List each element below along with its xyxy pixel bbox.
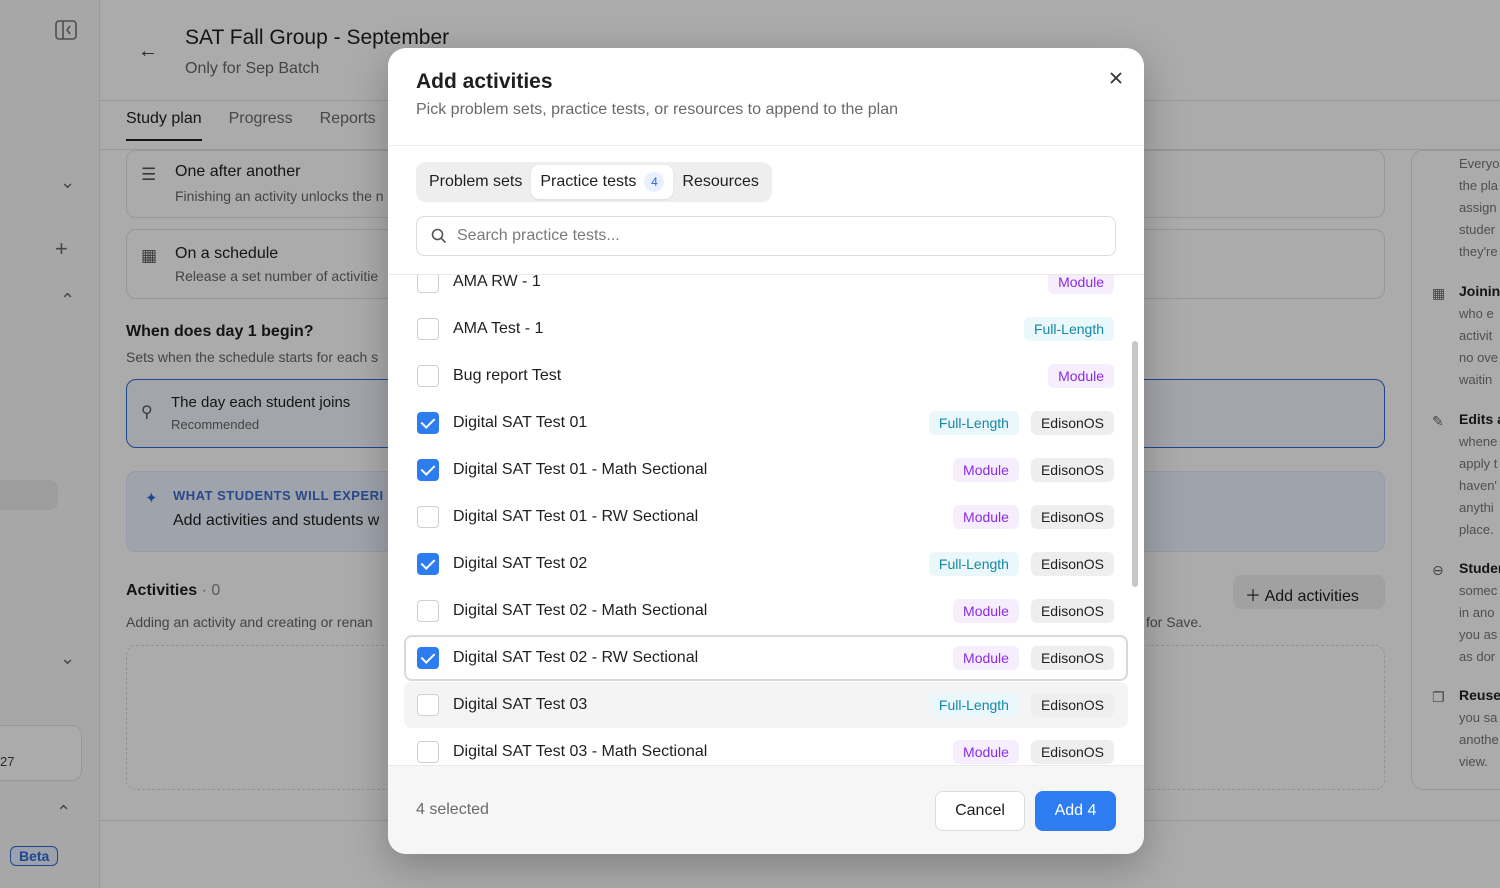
source-tag: EdisonOS [1030, 599, 1114, 623]
cancel-button[interactable]: Cancel [935, 791, 1025, 831]
tab-label: Resources [682, 173, 759, 190]
list-item[interactable]: Digital SAT Test 01 Full-Length EdisonOS [404, 400, 1128, 446]
type-tag: Module [953, 458, 1019, 482]
item-label: Digital SAT Test 01 - Math Sectional [453, 461, 708, 478]
list-item[interactable]: AMA Test - 1 Full-Length [404, 306, 1128, 352]
count-badge: 4 [644, 172, 665, 192]
close-icon[interactable] [1104, 66, 1128, 90]
tab-practice-tests[interactable]: Practice tests 4 [531, 165, 674, 199]
item-label: Digital SAT Test 02 [453, 555, 588, 572]
item-tags: Module [1048, 275, 1114, 294]
type-tag: Full-Length [1023, 317, 1114, 341]
dialog-title: Add activities [416, 70, 553, 93]
checkbox[interactable] [417, 506, 439, 528]
dialog-subtitle: Pick problem sets, practice tests, or re… [416, 101, 899, 118]
type-tag: Module [953, 505, 1019, 529]
item-tags: Full-Length EdisonOS [928, 411, 1114, 435]
selected-count: 4 selected [416, 801, 489, 818]
item-label: AMA Test - 1 [453, 320, 544, 337]
item-tags: Module EdisonOS [953, 646, 1114, 670]
item-tags: Full-Length [1023, 317, 1114, 341]
checkbox[interactable] [417, 275, 439, 293]
tab-label: Practice tests [540, 173, 637, 190]
type-tag: Full-Length [928, 693, 1019, 717]
item-label: Digital SAT Test 03 - Math Sectional [453, 743, 708, 760]
item-label: Digital SAT Test 03 [453, 696, 588, 713]
add-button[interactable]: Add 4 [1035, 791, 1116, 831]
type-tag: Full-Length [928, 552, 1019, 576]
checkbox[interactable] [417, 741, 439, 763]
item-label: Digital SAT Test 01 - RW Sectional [453, 508, 699, 525]
list-item[interactable]: Digital SAT Test 01 - RW Sectional Module… [404, 494, 1128, 540]
activity-list: AMA RW - 1 Module AMA Test - 1 Full-Length B… [388, 275, 1144, 765]
source-tag: EdisonOS [1030, 411, 1114, 435]
list-item[interactable]: AMA RW - 1 Module [404, 275, 1128, 305]
source-tag: EdisonOS [1030, 646, 1114, 670]
item-label: AMA RW - 1 [453, 275, 541, 290]
checkbox[interactable] [417, 647, 439, 669]
checkbox[interactable] [417, 318, 439, 340]
item-tags: Full-Length EdisonOS [928, 552, 1114, 576]
item-tags: Module EdisonOS [953, 458, 1114, 482]
divider [388, 145, 1144, 146]
item-tags: Module EdisonOS [953, 740, 1114, 764]
checkbox[interactable] [417, 365, 439, 387]
list-item[interactable]: Digital SAT Test 01 - Math Sectional Modu… [404, 447, 1128, 493]
list-item[interactable]: Digital SAT Test 02 - Math Sectional Modu… [404, 588, 1128, 634]
list-item[interactable]: Digital SAT Test 02 - RW Sectional Module… [404, 635, 1128, 681]
checkbox[interactable] [417, 459, 439, 481]
list-item[interactable]: Digital SAT Test 02 Full-Length EdisonOS [404, 541, 1128, 587]
item-tags: Module EdisonOS [953, 505, 1114, 529]
tab-problem-sets[interactable]: Problem sets [420, 166, 531, 198]
search-box [416, 216, 1116, 256]
source-tag: EdisonOS [1030, 552, 1114, 576]
source-tag: EdisonOS [1030, 740, 1114, 764]
item-label: Digital SAT Test 02 - RW Sectional [453, 649, 699, 666]
source-tag: EdisonOS [1030, 693, 1114, 717]
dialog-footer: 4 selected Cancel Add 4 [388, 765, 1144, 854]
source-tag: EdisonOS [1030, 505, 1114, 529]
list-item[interactable]: Digital SAT Test 03 - Math Sectional Modu… [404, 729, 1128, 765]
type-tag: Module [953, 646, 1019, 670]
type-tag: Module [953, 740, 1019, 764]
list-item[interactable]: Bug report Test Module [404, 353, 1128, 399]
tab-resources[interactable]: Resources [673, 166, 767, 198]
type-tag: Module [953, 599, 1019, 623]
source-tag: EdisonOS [1030, 458, 1114, 482]
type-tag: Module [1048, 275, 1114, 294]
checkbox[interactable] [417, 694, 439, 716]
item-label: Bug report Test [453, 367, 562, 384]
item-tags: Full-Length EdisonOS [928, 693, 1114, 717]
checkbox[interactable] [417, 553, 439, 575]
item-tags: Module EdisonOS [953, 599, 1114, 623]
activity-type-tabs: Problem sets Practice tests 4 Resources [416, 162, 772, 202]
item-label: Digital SAT Test 01 [453, 414, 588, 431]
search-input[interactable] [457, 227, 1077, 245]
tab-label: Problem sets [429, 173, 523, 190]
item-tags: Module [1048, 364, 1114, 388]
checkbox[interactable] [417, 412, 439, 434]
type-tag: Module [1048, 364, 1114, 388]
list-item[interactable]: Digital SAT Test 03 Full-Length EdisonOS [404, 682, 1128, 728]
add-activities-dialog: Add activities Pick problem sets, practi… [388, 48, 1144, 854]
checkbox[interactable] [417, 600, 439, 622]
search-icon [431, 228, 447, 244]
item-label: Digital SAT Test 02 - Math Sectional [453, 602, 708, 619]
scrollbar[interactable] [1132, 341, 1138, 587]
type-tag: Full-Length [928, 411, 1019, 435]
